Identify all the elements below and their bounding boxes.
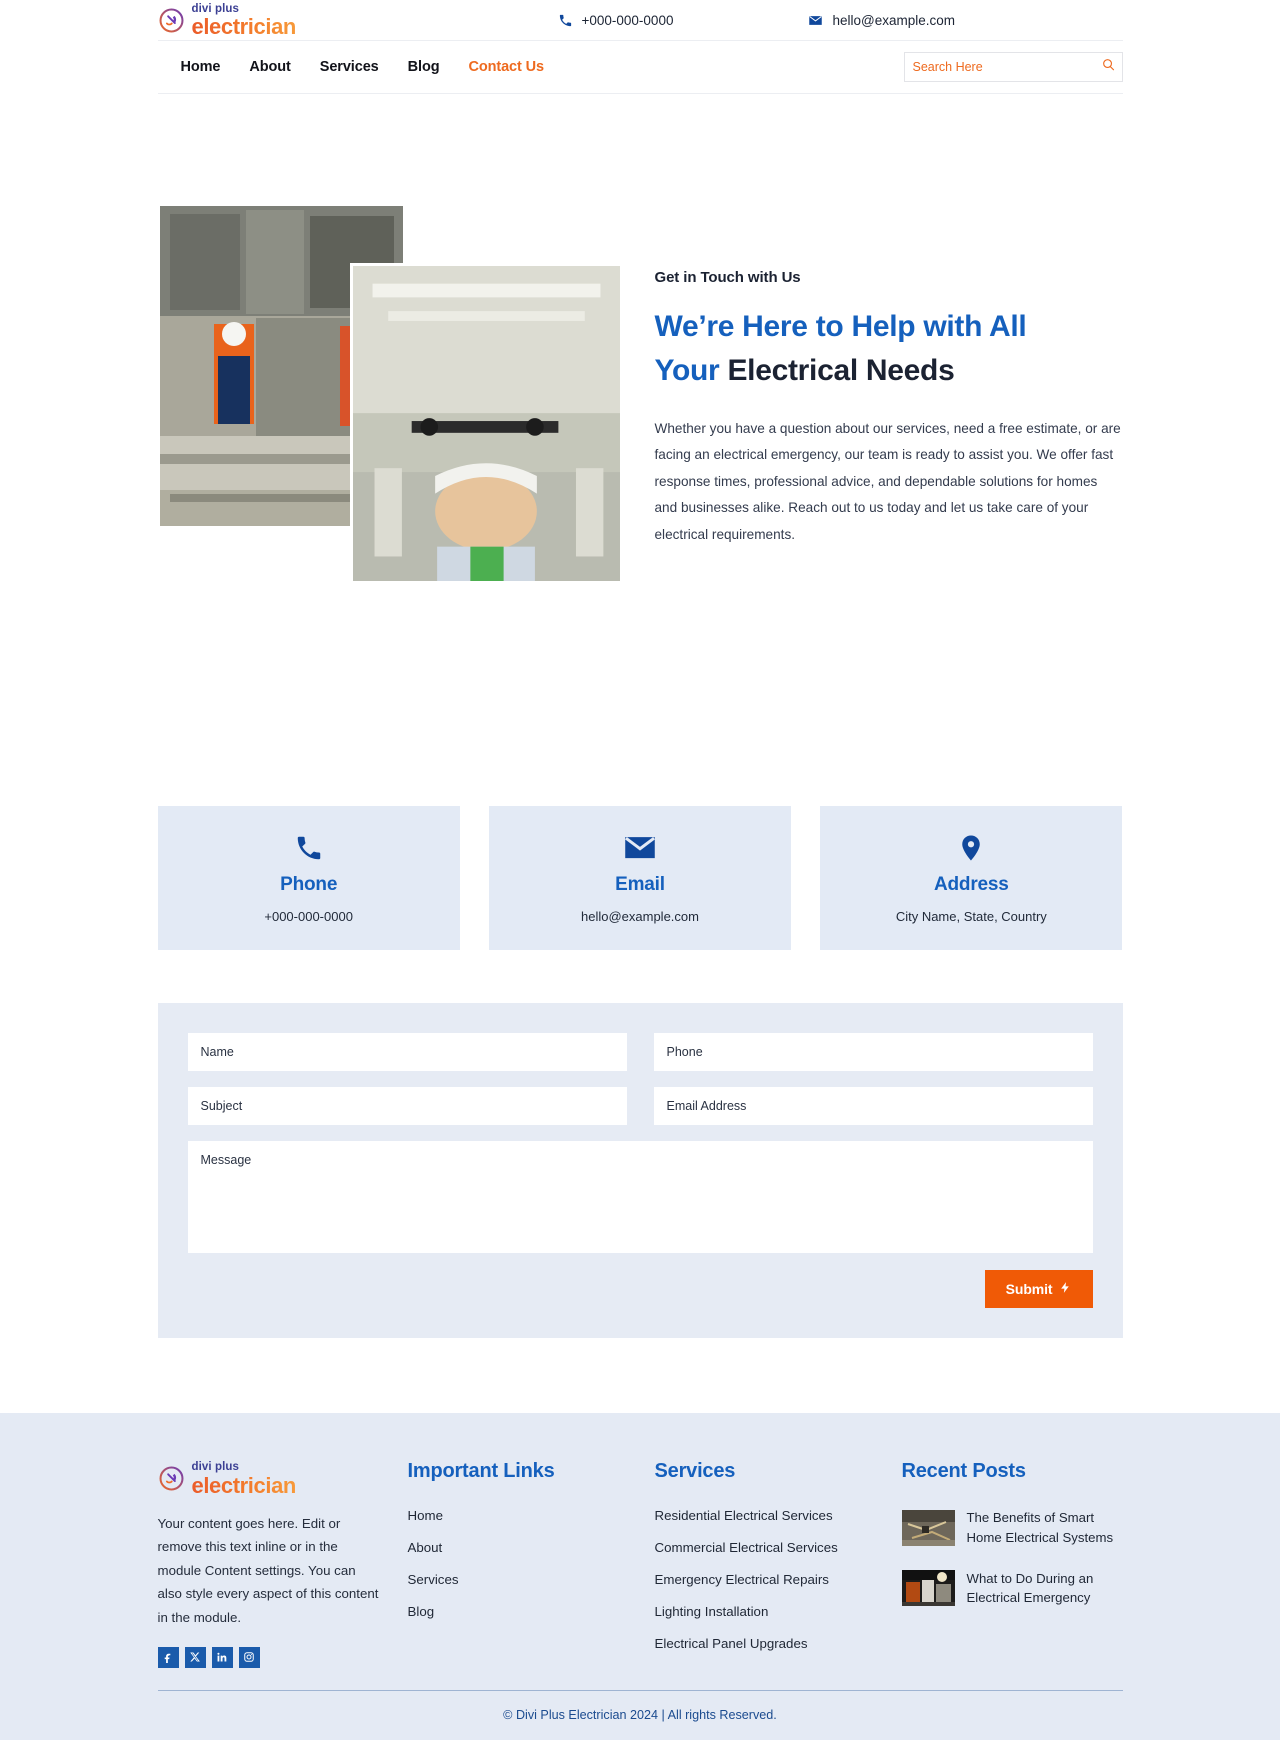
x-twitter-icon[interactable]: [184, 1646, 206, 1668]
footer-link-blog[interactable]: Blog: [408, 1604, 655, 1619]
logo-bottom-text: electrician: [191, 14, 297, 40]
contact-card-address[interactable]: Address City Name, State, Country: [820, 806, 1123, 950]
linkedin-icon[interactable]: [211, 1646, 233, 1668]
map-pin-icon: [830, 833, 1112, 863]
footer-service-residential[interactable]: Residential Electrical Services: [655, 1508, 902, 1523]
footer-link-about[interactable]: About: [408, 1540, 655, 1555]
hero-section: Get in Touch with Us We’re Here to Help …: [158, 206, 1123, 706]
message-field[interactable]: [187, 1141, 1093, 1253]
hero-image-secondary: [349, 263, 623, 584]
facebook-icon[interactable]: [157, 1646, 179, 1668]
footer-links-title: Important Links: [407, 1460, 555, 1482]
contact-card-email-title: Email: [615, 874, 665, 895]
page-root: divi plus electrician +000-000-0000 hell…: [0, 0, 1280, 1740]
nav-item-home[interactable]: Home: [181, 59, 221, 75]
hero-eyebrow: Get in Touch with Us: [654, 269, 801, 286]
name-input[interactable]: [200, 1045, 614, 1059]
hero-heading: We’re Here to Help with All Your Electri…: [655, 305, 1123, 394]
site-header: divi plus electrician +000-000-0000 hell…: [0, 0, 1280, 94]
hero-paragraph: Whether you have a question about our se…: [654, 420, 1121, 542]
phone-field[interactable]: [653, 1033, 1093, 1071]
envelope-icon: [499, 833, 781, 863]
hero-heading-line2-accent: Your: [654, 354, 720, 388]
recent-post-item[interactable]: What to Do During an Electrical Emergenc…: [901, 1569, 1123, 1609]
site-footer: divi plus electrician Your content goes …: [0, 1413, 1280, 1740]
footer-services-column: Services Residential Electrical Services…: [655, 1460, 902, 1668]
footer-service-panel-upgrades[interactable]: Electrical Panel Upgrades: [655, 1636, 902, 1651]
contact-card-phone-value: +000-000-0000: [264, 909, 353, 924]
search-icon[interactable]: [1101, 57, 1116, 77]
header-email-value: hello@example.com: [832, 12, 955, 28]
footer-posts-column: Recent Posts The Benefits of Smart Home …: [901, 1460, 1123, 1668]
plug-circle-icon: [158, 1465, 185, 1492]
post-title: What to Do During an Electrical Emergenc…: [966, 1570, 1094, 1606]
phone-icon: [558, 13, 573, 28]
header-topbar: divi plus electrician +000-000-0000 hell…: [157, 0, 1123, 41]
phone-icon: [168, 833, 450, 863]
hero-heading-line2-rest: Electrical Needs: [719, 354, 955, 388]
nav-item-about[interactable]: About: [249, 59, 290, 75]
footer-logo-bottom-text: electrician: [191, 1472, 297, 1498]
nav-item-contact-us[interactable]: Contact Us: [468, 59, 544, 75]
lightning-bolt-icon: [1059, 1281, 1072, 1297]
contact-card-email[interactable]: Email hello@example.com: [488, 806, 792, 950]
plug-circle-icon: [158, 7, 185, 34]
post-thumbnail: [901, 1570, 955, 1607]
footer-posts-title: Recent Posts: [901, 1460, 1027, 1482]
email-input[interactable]: [666, 1099, 1080, 1113]
hero-copy: Get in Touch with Us We’re Here to Help …: [655, 269, 1123, 548]
contact-info-cards: Phone +000-000-0000 Email hello@example.…: [157, 806, 1123, 950]
header-phone-value: +000-000-0000: [581, 12, 674, 28]
footer-brand-column: divi plus electrician Your content goes …: [157, 1460, 408, 1668]
envelope-icon: [808, 13, 823, 28]
footer-logo-top-text: divi plus: [191, 1461, 240, 1473]
footer-service-commercial[interactable]: Commercial Electrical Services: [655, 1540, 902, 1555]
nav-item-blog[interactable]: Blog: [408, 59, 440, 75]
name-field[interactable]: [187, 1033, 627, 1071]
footer-link-home[interactable]: Home: [408, 1508, 655, 1523]
footer-description: Your content goes here. Edit or remove t…: [157, 1515, 379, 1626]
post-thumbnail: [901, 1509, 955, 1546]
contact-card-address-value: City Name, State, Country: [895, 909, 1047, 924]
instagram-icon[interactable]: [238, 1646, 260, 1668]
header-email[interactable]: hello@example.com: [808, 13, 955, 28]
footer-service-emergency[interactable]: Emergency Electrical Repairs: [655, 1572, 902, 1587]
post-title: The Benefits of Smart Home Electrical Sy…: [966, 1510, 1114, 1545]
subject-field[interactable]: [187, 1087, 627, 1125]
contact-card-address-title: Address: [934, 874, 1009, 895]
message-input[interactable]: [200, 1152, 1080, 1242]
copyright-text: © Divi Plus Electrician 2024 | All right…: [503, 1708, 777, 1722]
nav-item-services[interactable]: Services: [320, 59, 379, 75]
search-input[interactable]: [912, 60, 1097, 74]
footer-service-lighting[interactable]: Lighting Installation: [655, 1604, 902, 1619]
footer-links-column: Important Links Home About Services Blog: [408, 1460, 655, 1668]
site-logo[interactable]: divi plus electrician: [158, 2, 458, 39]
contact-form: Submit: [157, 1003, 1123, 1338]
hero-heading-line1: We’re Here to Help with All: [654, 310, 1027, 343]
header-phone[interactable]: +000-000-0000: [558, 12, 674, 28]
main-navigation: Home About Services Blog Contact Us: [157, 41, 1123, 94]
footer-services-title: Services: [654, 1460, 736, 1482]
submit-button[interactable]: Submit: [984, 1270, 1093, 1308]
contact-card-phone-title: Phone: [280, 874, 338, 895]
hero-image-group: [159, 206, 630, 591]
footer-logo[interactable]: divi plus electrician: [158, 1460, 380, 1497]
phone-input[interactable]: [666, 1045, 1080, 1059]
footer-bottom-bar: © Divi Plus Electrician 2024 | All right…: [157, 1690, 1123, 1740]
email-field[interactable]: [653, 1087, 1093, 1125]
submit-button-label: Submit: [1005, 1281, 1053, 1297]
search-box[interactable]: [903, 52, 1123, 82]
social-links: [157, 1646, 380, 1668]
contact-card-email-value: hello@example.com: [581, 909, 699, 924]
recent-post-item[interactable]: The Benefits of Smart Home Electrical Sy…: [901, 1508, 1123, 1548]
footer-link-services[interactable]: Services: [408, 1572, 655, 1587]
contact-card-phone[interactable]: Phone +000-000-0000: [157, 806, 460, 950]
subject-input[interactable]: [200, 1099, 614, 1113]
